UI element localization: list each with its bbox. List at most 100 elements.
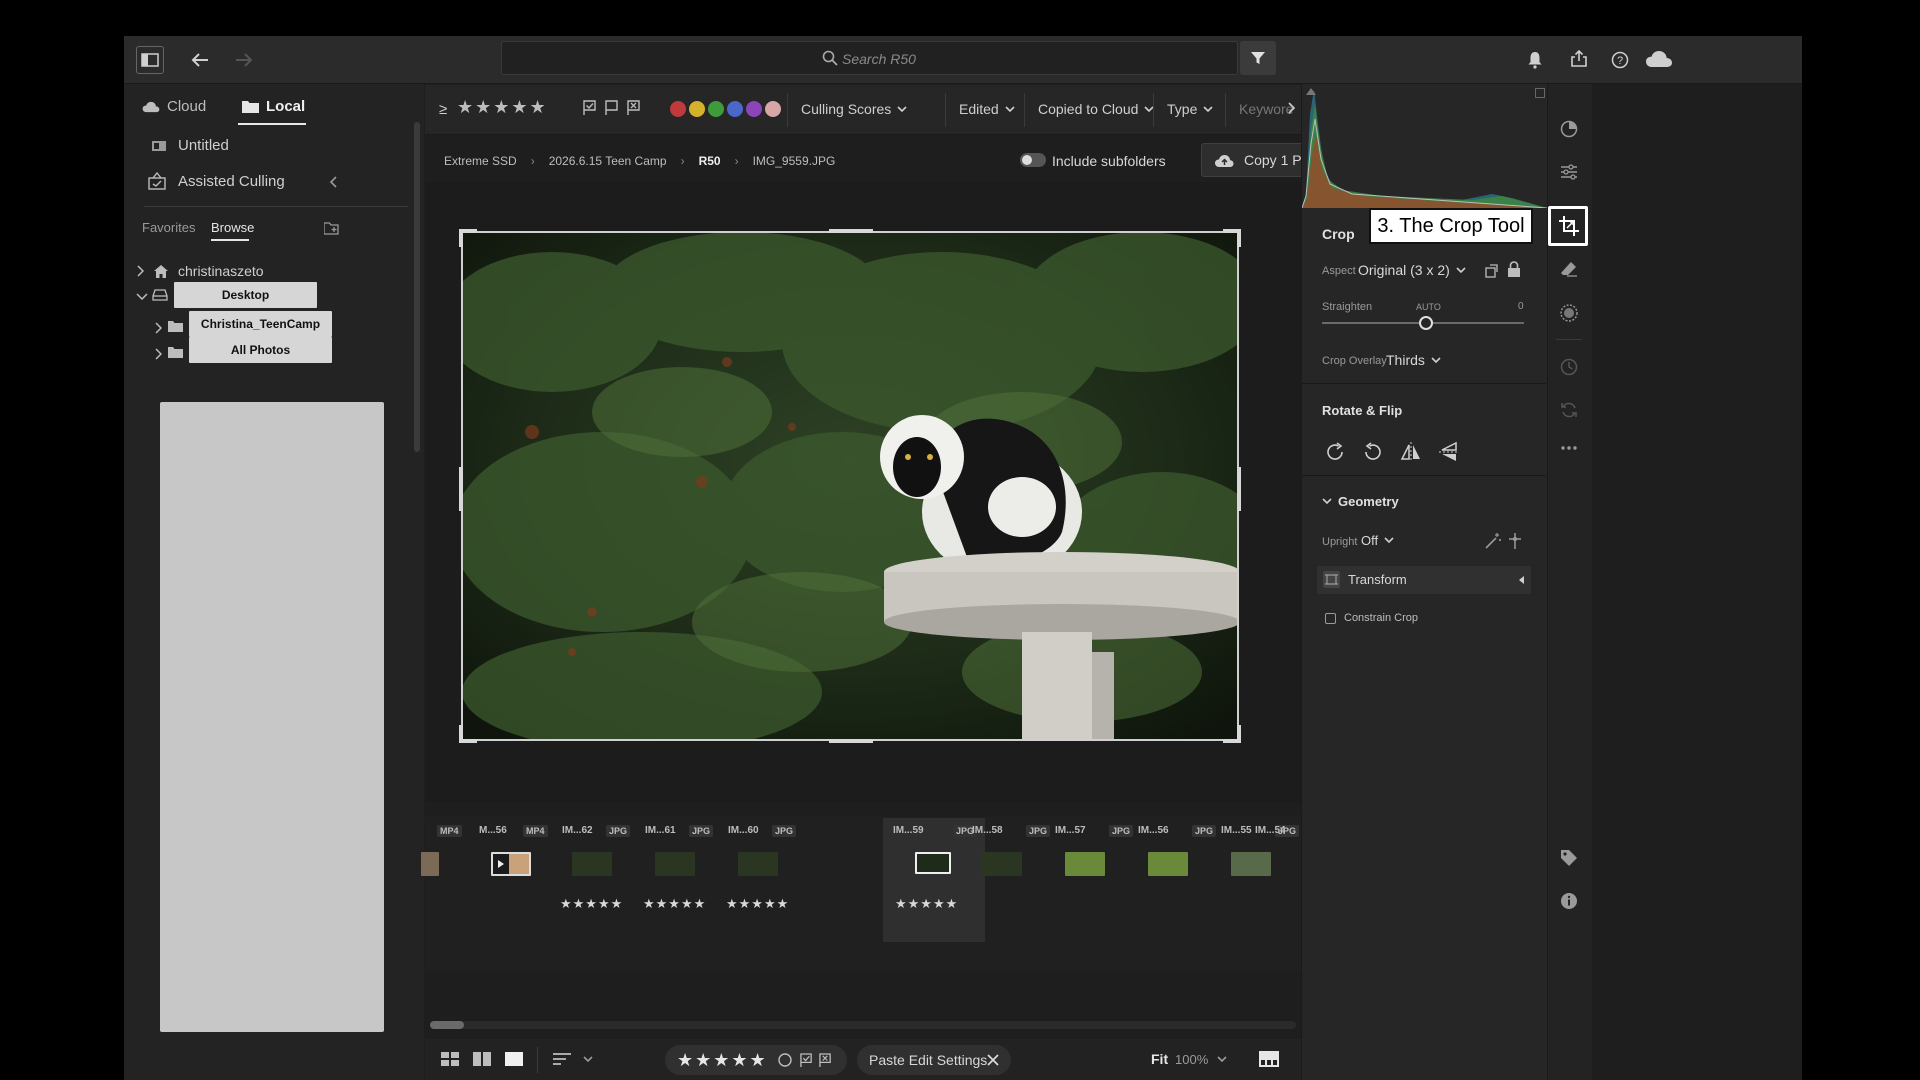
filmstrip-scroll-thumb[interactable]	[430, 1021, 464, 1029]
expand-arrow-icon[interactable]	[1519, 576, 1524, 584]
crop-frame[interactable]	[459, 229, 1241, 743]
sync-icon[interactable]	[1558, 399, 1580, 421]
crop-handle-bottom-left[interactable]	[459, 725, 463, 743]
tree-folder-christina-teencamp[interactable]: Christina_TeenCamp	[189, 311, 332, 337]
crop-handle-top-left[interactable]	[459, 229, 463, 247]
rating-filter-stars[interactable]: ★★★★★	[457, 97, 548, 118]
rating-stars[interactable]: ★★★★★	[677, 1050, 768, 1071]
tab-browse[interactable]: Browse	[211, 220, 254, 235]
filter-funnel-icon[interactable]	[1240, 41, 1276, 75]
collapse-chevron-icon[interactable]	[328, 175, 338, 189]
filmstrip-scrollbar[interactable]	[430, 1021, 1296, 1029]
copied-to-cloud-dropdown[interactable]: Copied to Cloud	[1038, 101, 1154, 117]
more-options-icon[interactable]	[1558, 437, 1580, 459]
versions-history-icon[interactable]	[1558, 356, 1580, 378]
thumbnail-image	[572, 852, 612, 876]
info-icon[interactable]	[1558, 890, 1580, 912]
upright-dropdown[interactable]: Off	[1361, 533, 1394, 548]
presets-icon[interactable]	[1558, 118, 1580, 140]
guided-upright-icon[interactable]	[1506, 532, 1524, 550]
clipping-indicator[interactable]	[1535, 88, 1545, 98]
crop-overlay-dropdown[interactable]: Thirds	[1386, 352, 1441, 368]
tree-folder-all-photos[interactable]: All Photos	[189, 337, 332, 363]
chevron-down-icon[interactable]	[583, 1056, 593, 1063]
fit-zoom-button[interactable]: Fit	[1151, 1051, 1168, 1067]
crop-handle-bottom-right[interactable]	[1237, 725, 1241, 743]
breadcrumb-item[interactable]: Extreme SSD	[444, 154, 517, 168]
geometry-title[interactable]: Geometry	[1338, 494, 1399, 509]
straighten-value[interactable]: 0	[1518, 301, 1524, 312]
crop-handle-right[interactable]	[1237, 467, 1241, 511]
masking-icon[interactable]	[1558, 302, 1580, 324]
chevron-right-icon[interactable]	[154, 322, 162, 334]
swap-orientation-icon[interactable]	[1485, 262, 1499, 278]
assisted-culling-item[interactable]: Assisted Culling	[148, 172, 285, 190]
type-dropdown[interactable]: Type	[1167, 101, 1213, 117]
straighten-slider-knob[interactable]	[1419, 316, 1433, 330]
lock-icon[interactable]	[1507, 261, 1521, 277]
sort-icon[interactable]	[553, 1052, 571, 1066]
constrain-crop-checkbox[interactable]	[1325, 613, 1336, 624]
aspect-dropdown[interactable]: Original (3 x 2)	[1358, 262, 1466, 278]
auto-upright-wand-icon[interactable]	[1484, 532, 1502, 550]
file-type-badge: MP4	[437, 825, 462, 837]
forward-arrow-icon[interactable]	[232, 48, 256, 72]
crop-handle-top-right[interactable]	[1237, 229, 1241, 247]
chevron-down-icon[interactable]	[1322, 498, 1332, 505]
chevron-right-icon[interactable]	[154, 348, 162, 360]
crop-handle-bottom[interactable]	[829, 739, 873, 743]
flip-vertical-icon[interactable]	[1438, 441, 1460, 463]
filmstrip-item[interactable]: IM...60 JPG ★★★★★	[722, 818, 822, 942]
cloud-icon[interactable]	[1644, 46, 1674, 72]
share-icon[interactable]	[1567, 47, 1591, 71]
chevron-down-icon[interactable]	[136, 292, 148, 300]
color-label-filter[interactable]	[670, 101, 784, 117]
straighten-auto-button[interactable]: AUTO	[1416, 302, 1441, 312]
filmstrip-item[interactable]: IM...55 JPG	[1215, 818, 1301, 942]
tab-favorites[interactable]: Favorites	[142, 220, 195, 235]
rating-comparator[interactable]: ≥	[439, 101, 447, 118]
keywords-dropdown[interactable]: Keywore	[1239, 101, 1293, 117]
bell-icon[interactable]	[1523, 48, 1547, 72]
scroll-right-chevron-icon[interactable]	[1287, 102, 1295, 114]
tab-cloud[interactable]: Cloud	[142, 98, 206, 115]
transform-section[interactable]: Transform	[1317, 566, 1531, 594]
filmstrip-toggle-icon[interactable]	[1259, 1051, 1279, 1067]
crop-handle-top[interactable]	[829, 229, 873, 233]
rotate-counterclockwise-icon[interactable]	[1362, 441, 1384, 463]
search-input[interactable]: Search R50	[501, 41, 1238, 75]
healing-eraser-icon[interactable]	[1558, 258, 1580, 280]
back-arrow-icon[interactable]	[188, 48, 212, 72]
edit-sliders-icon[interactable]	[1558, 161, 1580, 183]
untitled-item[interactable]: Untitled	[152, 137, 229, 154]
paste-edit-settings-button[interactable]: Paste Edit Settings	[869, 1052, 987, 1068]
close-icon[interactable]	[987, 1054, 999, 1066]
flip-horizontal-icon[interactable]	[1400, 441, 1422, 463]
left-scrollbar[interactable]	[414, 122, 420, 452]
include-subfolders-toggle[interactable]	[1020, 153, 1046, 167]
zoom-level[interactable]: 100%	[1175, 1052, 1208, 1067]
keyword-tag-icon[interactable]	[1558, 847, 1580, 869]
shadow-clipping-indicator[interactable]	[1306, 88, 1316, 95]
flag-picked-icon[interactable]	[799, 1052, 813, 1068]
crop-handle-left[interactable]	[459, 467, 463, 511]
compare-view-icon[interactable]	[473, 1052, 491, 1066]
breadcrumb-item[interactable]: R50	[699, 154, 721, 168]
filmstrip-item[interactable]: MP4	[421, 818, 465, 942]
reject-circle-icon[interactable]	[777, 1053, 792, 1067]
rotate-clockwise-icon[interactable]	[1324, 441, 1346, 463]
tree-home[interactable]: christinaszeto	[136, 263, 264, 279]
tab-local[interactable]: Local	[242, 98, 305, 115]
add-folder-icon[interactable]	[324, 222, 340, 235]
chevron-down-icon[interactable]	[1217, 1056, 1227, 1063]
detail-view-icon[interactable]	[505, 1052, 523, 1066]
flag-rejected-icon[interactable]	[818, 1052, 832, 1068]
tree-desktop[interactable]: Desktop	[174, 282, 317, 308]
edited-dropdown[interactable]: Edited	[959, 101, 1015, 117]
grid-view-icon[interactable]	[441, 1052, 459, 1066]
culling-scores-dropdown[interactable]: Culling Scores	[801, 101, 907, 117]
panel-toggle-icon[interactable]	[136, 46, 164, 74]
flag-filter[interactable]	[583, 100, 641, 116]
help-icon[interactable]: ?	[1608, 48, 1632, 72]
breadcrumb-item[interactable]: 2026.6.15 Teen Camp	[549, 154, 667, 168]
